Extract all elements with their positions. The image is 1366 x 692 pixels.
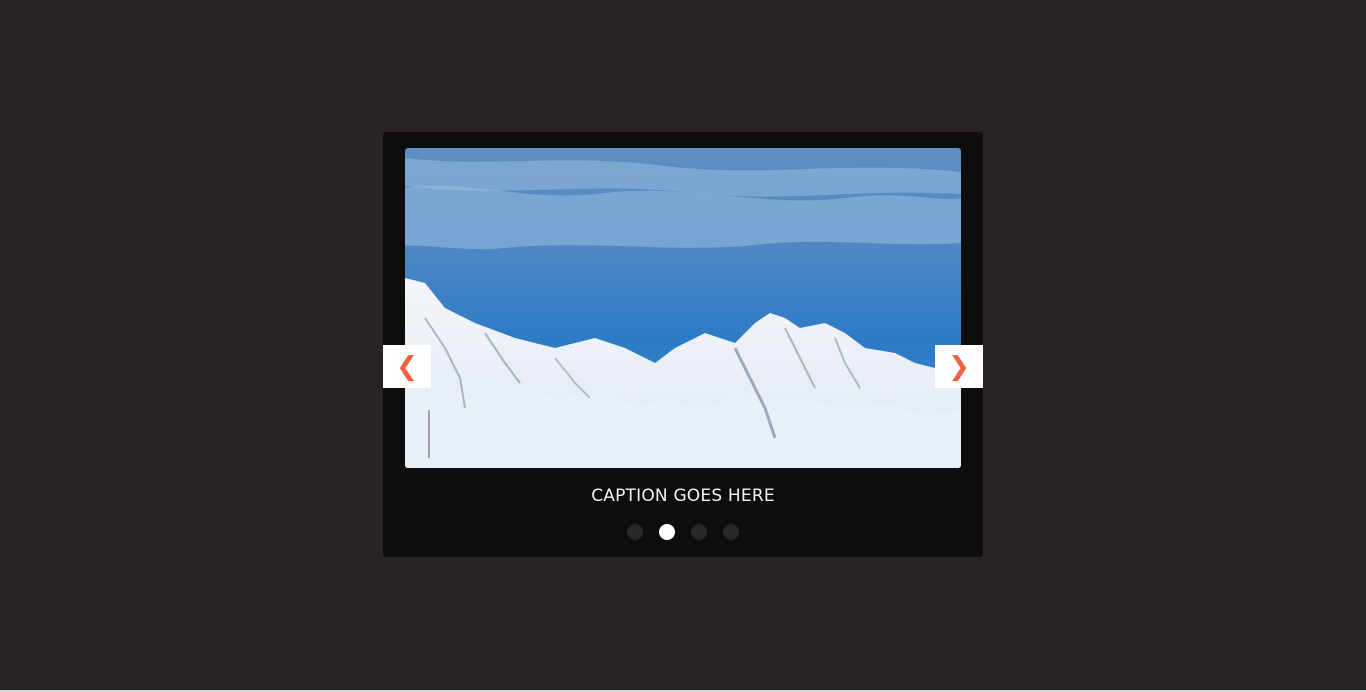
image-slider: ❮ ❯ CAPTION GOES HERE: [383, 132, 983, 557]
next-slide-button[interactable]: ❯: [935, 345, 983, 388]
slide-dot-2[interactable]: [659, 524, 675, 540]
slide-caption: CAPTION GOES HERE: [591, 486, 775, 506]
slide-dot-3[interactable]: [691, 524, 707, 540]
page: ❮ ❯ CAPTION GOES HERE: [0, 0, 1366, 692]
chevron-left-icon: ❮: [396, 351, 418, 382]
slide-indicators: [383, 524, 983, 540]
slide-dot-4[interactable]: [723, 524, 739, 540]
previous-slide-button[interactable]: ❮: [383, 345, 431, 388]
slide-image: [405, 148, 961, 468]
chevron-right-icon: ❯: [948, 351, 970, 382]
slide-dot-1[interactable]: [627, 524, 643, 540]
